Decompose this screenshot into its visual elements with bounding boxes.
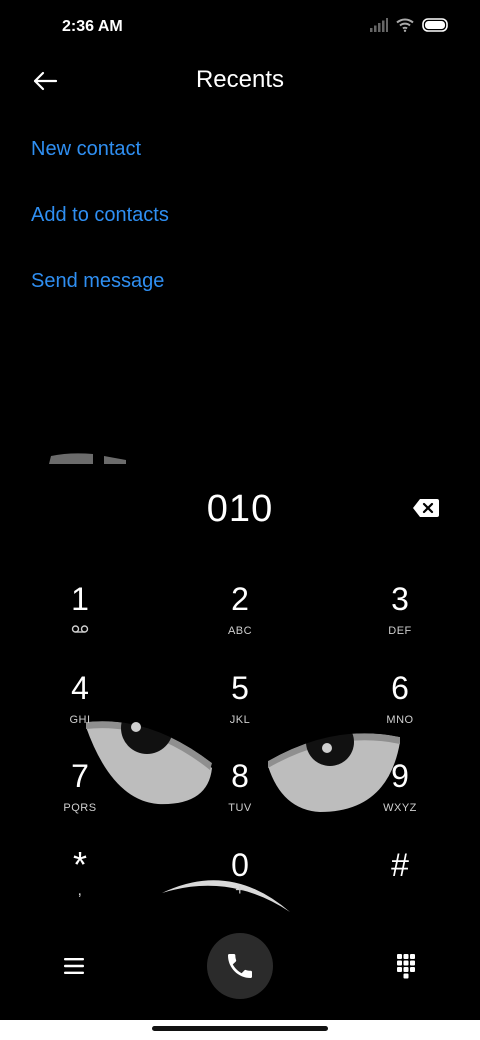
voicemail-icon <box>71 625 89 633</box>
key-6[interactable]: 6 MNO <box>345 669 455 749</box>
key-digit: 8 <box>231 758 249 794</box>
key-letters: DEF <box>388 625 412 637</box>
key-0[interactable]: 0 + <box>185 846 295 926</box>
key-digit: 0 <box>231 847 249 883</box>
key-digit: * <box>72 844 87 885</box>
key-letters: MNO <box>386 714 414 726</box>
key-digit: 2 <box>231 581 249 617</box>
page-title: Recents <box>195 66 285 93</box>
key-7[interactable]: 7 PQRS <box>25 757 135 837</box>
new-contact-link[interactable]: New contact <box>31 138 141 161</box>
menu-button[interactable] <box>58 950 90 982</box>
status-time: 2:36 AM <box>62 18 123 35</box>
key-1[interactable]: 1 <box>25 580 135 660</box>
key-digit: 9 <box>391 758 409 794</box>
wifi-icon <box>396 18 414 32</box>
backspace-button[interactable] <box>408 494 444 522</box>
key-5[interactable]: 5 JKL <box>185 669 295 749</box>
key-letters: PQRS <box>63 802 97 814</box>
key-letters: , <box>77 882 83 899</box>
battery-icon <box>422 18 448 32</box>
phone-icon <box>228 954 252 978</box>
key-digit: # <box>391 847 409 883</box>
key-digit: 7 <box>71 758 89 794</box>
key-8[interactable]: 8 TUV <box>185 757 295 837</box>
key-2[interactable]: 2 ABC <box>185 580 295 660</box>
status-icons <box>370 18 450 32</box>
key-letters: ABC <box>227 625 253 637</box>
key-letters: TUV <box>228 802 252 814</box>
key-digit: 5 <box>231 670 249 706</box>
add-to-contacts-link[interactable]: Add to contacts <box>31 204 169 227</box>
signal-icon <box>370 18 388 32</box>
key-digit: 1 <box>71 581 89 617</box>
key-hash[interactable]: # <box>345 846 455 926</box>
key-digit: 6 <box>391 670 409 706</box>
key-digit: 3 <box>391 581 409 617</box>
key-letters: + <box>235 882 245 899</box>
home-indicator[interactable] <box>152 1026 328 1031</box>
menu-icon <box>64 958 84 974</box>
key-digit: 4 <box>71 670 89 706</box>
key-letters: WXYZ <box>383 802 417 814</box>
key-3[interactable]: 3 DEF <box>345 580 455 660</box>
send-message-link[interactable]: Send message <box>31 270 164 293</box>
dialpad-icon <box>397 954 415 979</box>
call-button[interactable] <box>207 933 273 999</box>
key-letters: GHI <box>69 714 91 726</box>
key-letters: JKL <box>229 714 251 726</box>
dialpad-toggle-button[interactable] <box>390 950 422 982</box>
key-star[interactable]: * , <box>25 846 135 926</box>
backspace-icon <box>413 499 439 517</box>
key-9[interactable]: 9 WXYZ <box>345 757 455 837</box>
key-4[interactable]: 4 GHI <box>25 669 135 749</box>
